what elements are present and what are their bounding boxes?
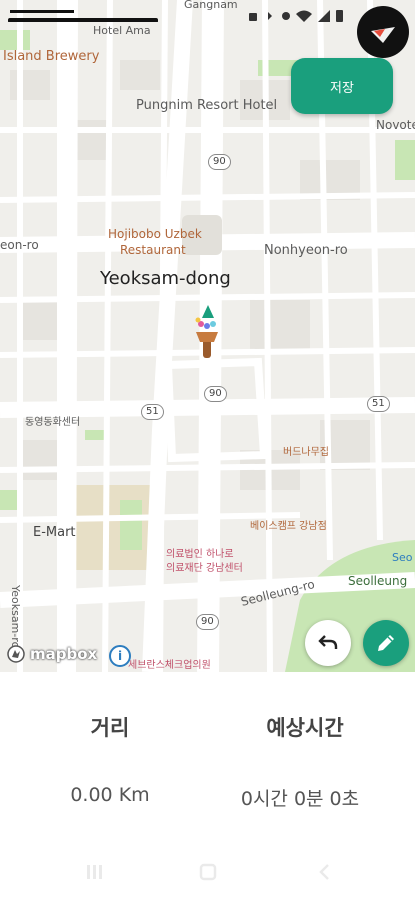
map-label-hojibobo-1: Hojibobo Uzbek	[108, 227, 202, 241]
distance-label: 거리	[90, 716, 130, 740]
status-icons	[249, 10, 343, 22]
time-value: 0시간 0분 0초	[240, 788, 360, 810]
map-label-kr-food1: 버드나무집	[283, 447, 329, 458]
route-shield-51-right: 51	[367, 396, 390, 412]
map-label-pungnim: Pungnim Resort Hotel	[136, 98, 278, 113]
map-label-nonhyeon-ro: Nonhyeon-ro	[264, 243, 348, 258]
map-label-island-brewery: Island Brewery	[3, 49, 100, 64]
map-label-yeoksam-dong: Yeoksam-dong	[100, 268, 231, 289]
compass-button[interactable]	[357, 6, 409, 58]
save-button[interactable]: 저장	[291, 58, 393, 114]
mapbox-logo: mapbox	[6, 644, 97, 664]
route-shield-90-top: 90	[208, 154, 231, 170]
nav-recents-icon[interactable]	[84, 862, 104, 882]
mapbox-icon	[7, 645, 25, 663]
map-label-kr-clinic-2: 의료재단 강남센터	[166, 563, 243, 574]
map-label-eon-ro: eon-ro	[0, 238, 39, 252]
pencil-icon	[378, 635, 394, 651]
info-icon[interactable]: i	[109, 645, 131, 667]
nav-home-icon[interactable]	[198, 862, 218, 882]
map-label-kr-clinic-1: 의료법인 하나로	[166, 549, 234, 560]
route-shield-51-left: 51	[141, 404, 164, 420]
compass-icon	[371, 27, 395, 43]
map-label-hotel: Hotel Ama	[93, 24, 151, 37]
map-label-seolleung: Seolleung	[348, 574, 408, 588]
nav-back-icon[interactable]	[315, 862, 335, 882]
distance-value: 0.00 Km	[70, 784, 150, 806]
map-label-kr-bottom: 세브란스체크업의원	[128, 660, 211, 671]
map-label-seo: Seo	[392, 551, 413, 564]
draw-button[interactable]	[363, 620, 409, 666]
map-label-hojibobo-2: Restaurant	[120, 243, 186, 257]
map-label-yeoksam-ro: Yeoksam-ro	[9, 585, 22, 649]
map-label-kr-food2: 베이스캠프 강남점	[250, 521, 327, 532]
map-view[interactable]: Gangnam Hotel Ama Island Brewery Pungnim…	[0, 0, 415, 672]
mapbox-attribution: mapbox	[30, 645, 98, 663]
map-label-gangnam: Gangnam	[184, 0, 238, 11]
map-label-emart: E-Mart	[33, 525, 76, 540]
time-label: 예상시간	[266, 716, 344, 740]
undo-icon	[318, 635, 338, 649]
route-shield-90-bot: 90	[196, 614, 219, 630]
undo-button[interactable]	[305, 620, 351, 666]
map-label-kr-left: 동영동화센터	[25, 417, 81, 428]
route-shield-90-mid: 90	[204, 386, 227, 402]
map-label-novotel: Novote	[376, 118, 415, 132]
progress-line	[8, 18, 158, 23]
